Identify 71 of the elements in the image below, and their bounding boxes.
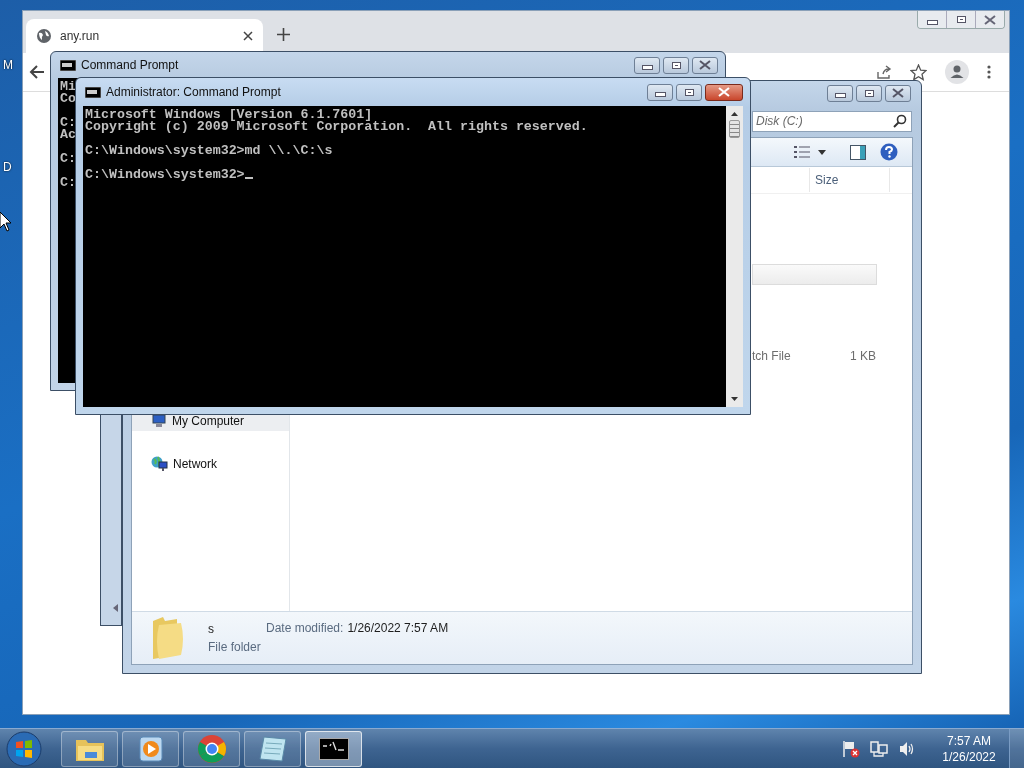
file-type: File folder: [208, 640, 262, 654]
close-button[interactable]: [692, 56, 718, 74]
console-icon: [85, 86, 101, 98]
browser-icon: [196, 733, 227, 764]
minimize-button[interactable]: [647, 83, 673, 101]
dropdown-caret-icon[interactable]: [818, 149, 826, 155]
close-button[interactable]: [885, 84, 911, 102]
back-arrow-icon[interactable]: [29, 64, 45, 80]
start-button[interactable]: [6, 730, 42, 767]
close-button[interactable]: [705, 83, 743, 101]
console-line: Microsoft Windows [Version 6.1.7601]: [85, 109, 373, 121]
console-line: Ac: [60, 129, 76, 141]
console-line: Co: [60, 93, 76, 105]
date-modified-value: 1/26/2022 7:57 AM: [347, 621, 449, 635]
nav-item[interactable]: Network: [132, 454, 289, 474]
computer-icon: [151, 414, 167, 428]
console-line: Copyright (c) 2009 Microsoft Corporation. All rights reserved.: [85, 121, 588, 133]
column-header[interactable]: Size: [809, 168, 890, 192]
browser-tab[interactable]: any.run: [26, 19, 263, 53]
console-line: Mi: [60, 81, 76, 93]
table-cell: 1 KB: [850, 349, 876, 363]
maximize-button[interactable]: [676, 83, 702, 101]
maximize-button[interactable]: [946, 11, 975, 28]
new-tab-icon[interactable]: [277, 28, 290, 41]
console-line: C:\Windows\system32>: [85, 169, 253, 181]
scroll-thumb[interactable]: [729, 120, 740, 138]
minimize-button[interactable]: [827, 84, 853, 102]
close-icon: [699, 60, 711, 70]
clock[interactable]: 7:57 AM 1/26/2022: [939, 733, 999, 764]
play-icon: [138, 735, 163, 762]
share-icon[interactable]: [876, 64, 892, 80]
console-line: C:: [60, 117, 76, 129]
table-cell-text: tch File: [752, 349, 792, 363]
notepad-icon: [257, 734, 288, 763]
minimize-button[interactable]: [918, 11, 946, 28]
console-icon: [318, 737, 349, 760]
minimize-button[interactable]: [634, 56, 660, 74]
network-icon[interactable]: [870, 739, 888, 758]
console-icon: [60, 59, 76, 71]
console-line: C:: [60, 177, 76, 189]
close-icon: [718, 87, 730, 97]
menu-icon[interactable]: [987, 65, 991, 79]
window-title: Administrator: Command Prompt: [106, 85, 281, 99]
taskbar-button[interactable]: [305, 730, 362, 767]
profile-icon[interactable]: [945, 60, 969, 84]
mouse-pointer-icon: [0, 212, 12, 232]
scroll-down-arrow-icon[interactable]: [731, 397, 738, 401]
help-icon[interactable]: [880, 143, 898, 161]
close-icon: [984, 14, 996, 25]
scroll-up-arrow-icon[interactable]: [731, 112, 738, 116]
globe-icon: [36, 28, 52, 44]
network-icon: [151, 456, 168, 472]
close-icon: [892, 88, 904, 98]
maximize-button[interactable]: [856, 84, 882, 102]
console-line: C:\Windows\system32>md \\.\C:\s: [85, 145, 333, 157]
file-name: s: [208, 622, 215, 636]
view-list-icon[interactable]: [794, 145, 810, 159]
close-icon[interactable]: [243, 31, 253, 41]
date-modified-label: Date modified:: [266, 621, 344, 635]
desktop-icon-label[interactable]: M: [3, 58, 13, 72]
desktop-icon-label[interactable]: D: [3, 160, 13, 174]
star-icon[interactable]: [910, 63, 927, 81]
close-button[interactable]: [975, 11, 1004, 28]
maximize-button[interactable]: [663, 56, 689, 74]
vertical-scrollbar[interactable]: [726, 106, 743, 407]
scroll-left-arrow-icon[interactable]: [113, 604, 118, 612]
flag-icon[interactable]: [842, 739, 860, 758]
window-title: Command Prompt: [81, 58, 179, 72]
console-line: C:: [60, 153, 76, 165]
tab-title: any.run: [60, 29, 101, 43]
preview-pane-icon[interactable]: [850, 144, 866, 160]
